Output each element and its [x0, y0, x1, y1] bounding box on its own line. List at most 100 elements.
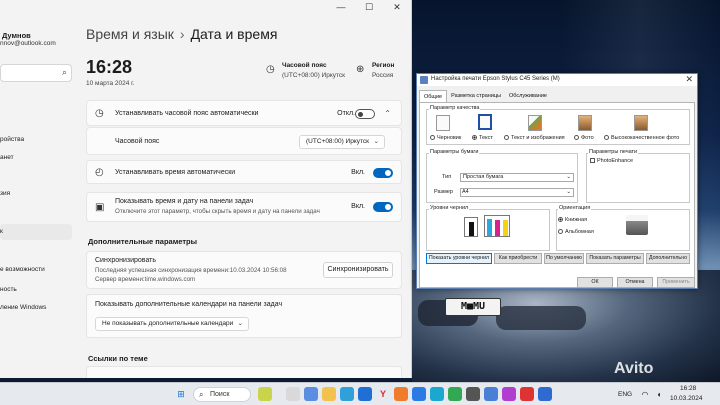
radio-circle	[558, 229, 563, 234]
paper-size-select[interactable]: ⌄	[460, 188, 574, 197]
sidebar-item-privacy[interactable]: ность	[0, 282, 72, 298]
close-icon[interactable]: ✕	[383, 0, 411, 14]
sidebar-item-apps[interactable]: зия	[0, 186, 72, 202]
taskbar-time[interactable]: 16:28	[680, 385, 696, 392]
ok-button[interactable]: ОК	[577, 277, 613, 288]
ink-level-yellow	[503, 220, 508, 236]
ink-level-magenta	[495, 220, 500, 236]
avito-watermark: Avito	[614, 360, 654, 377]
cancel-button[interactable]: Отмена	[617, 277, 653, 288]
quality-best-photo-radio[interactable]: Высококачественное фото	[604, 135, 679, 141]
wifi-icon[interactable]: ◠	[640, 388, 650, 399]
app-icon[interactable]	[448, 387, 462, 401]
text-quality-icon[interactable]	[478, 114, 492, 130]
quality-photo-radio[interactable]: Фото	[574, 135, 594, 141]
breadcrumb-separator: ›	[179, 26, 185, 42]
minimize-icon[interactable]: —	[327, 0, 355, 14]
explorer-icon[interactable]	[322, 387, 336, 401]
auto-time-toggle[interactable]	[373, 168, 393, 178]
tab-maintenance[interactable]: Обслуживание	[505, 90, 551, 102]
quality-text-image-radio[interactable]: Текст и изображения	[504, 135, 565, 141]
breadcrumb-parent[interactable]: Время и язык	[86, 26, 174, 42]
paper-type-select[interactable]: Простая бумага ⌄	[460, 173, 574, 182]
paper-group-label: Параметры бумаги	[429, 149, 480, 155]
yandex-icon[interactable]: Y	[376, 387, 390, 401]
show-ink-levels-button[interactable]: Показать уровни чернил	[426, 253, 492, 264]
quality-draft-radio[interactable]: Черновик	[430, 135, 461, 141]
settings-icon[interactable]	[484, 387, 498, 401]
black-cartridge	[464, 217, 478, 237]
how-to-buy-button[interactable]: Как приобрести	[494, 253, 542, 264]
sidebar-item-windows-update[interactable]: ление Windows	[0, 300, 72, 316]
auto-time-row: ◴ Устанавливать время автоматически Вкл.	[86, 160, 402, 184]
printer-settings-dialog: Настройка печати Epson Stylus C45 Series…	[416, 73, 698, 289]
landscape-radio[interactable]: Альбомная	[558, 229, 594, 235]
sidebar-item-accessibility[interactable]: е возможности	[0, 262, 72, 278]
advanced-button[interactable]: Дополнительно	[646, 253, 690, 264]
sidebar-item-devices[interactable]: ройства	[0, 132, 72, 148]
close-icon[interactable]: ✕	[685, 74, 693, 85]
taskbar-date[interactable]: 10.03.2024	[670, 395, 703, 402]
sync-last: Последняя успешная синхронизация времени…	[95, 267, 287, 274]
maximize-icon[interactable]: ☐	[355, 0, 383, 14]
apply-button[interactable]: Применить	[657, 277, 695, 288]
chat-icon[interactable]	[304, 387, 318, 401]
defaults-button[interactable]: По умолчанию	[544, 253, 584, 264]
color-cartridge	[484, 215, 510, 237]
paper-size-value: A4	[462, 189, 469, 195]
related-links-title: Ссылки по теме	[88, 354, 148, 363]
printer-dialog-title: Настройка печати Epson Stylus C45 Series…	[431, 76, 560, 82]
sidebar-item-personalization[interactable]	[0, 168, 72, 184]
language-indicator[interactable]: ENG	[618, 391, 632, 398]
tab-general[interactable]: Общие	[419, 90, 448, 102]
windows-icon[interactable]: ⊞	[174, 387, 188, 401]
photoenhance-checkbox[interactable]: PhotoEnhance	[590, 158, 633, 164]
best-photo-quality-icon[interactable]	[634, 115, 648, 131]
show-taskbar-clock-row: ▣ Показывать время и дату на панели зада…	[86, 192, 402, 222]
edge-icon[interactable]	[430, 387, 444, 401]
portrait-radio[interactable]: Книжная	[558, 217, 587, 223]
radio-circle	[504, 135, 509, 140]
vk-icon[interactable]	[412, 387, 426, 401]
calendars-select[interactable]: Не показывать дополнительные календари ⌄	[95, 317, 249, 331]
quality-text-radio[interactable]: Текст	[472, 135, 493, 141]
sync-row: Синхронизировать Последняя успешная синх…	[86, 251, 402, 289]
current-time: 16:28	[86, 57, 133, 77]
car-headlight	[496, 306, 586, 330]
timezone-select-value: (UTC+08:00) Иркутск	[306, 138, 370, 145]
app-icon[interactable]	[520, 387, 534, 401]
sidebar-item-network[interactable]: анет	[0, 150, 72, 166]
store-icon[interactable]	[358, 387, 372, 401]
quality-best-photo-label: Высококачественное фото	[611, 135, 680, 141]
speaker-icon[interactable]: ◖	[654, 388, 664, 399]
photos-icon[interactable]	[502, 387, 516, 401]
paper-size-label: Размер	[434, 189, 453, 195]
taskbar-search[interactable]: ⌕ Поиск	[193, 387, 251, 402]
tab-page-layout[interactable]: Разметка страницы	[447, 90, 505, 102]
extra-settings-title: Дополнительные параметры	[88, 237, 197, 246]
orientation-group-label: Ориентация	[558, 205, 592, 211]
printer-icon[interactable]	[466, 387, 480, 401]
draft-quality-icon[interactable]	[436, 115, 450, 131]
text-image-quality-icon[interactable]	[528, 115, 542, 131]
edge-icon[interactable]	[340, 387, 354, 401]
show-taskbar-clock-toggle[interactable]	[373, 202, 393, 212]
app-icon[interactable]	[538, 387, 552, 401]
timezone-select[interactable]: (UTC+08:00) Иркутск ⌄	[299, 135, 385, 149]
printer-titlebar: Настройка печати Epson Stylus C45 Series…	[417, 74, 697, 86]
show-params-button[interactable]: Показать параметры	[586, 253, 644, 264]
calendar-icon: ▣	[95, 202, 105, 213]
page-title: Дата и время	[190, 26, 278, 42]
auto-timezone-toggle[interactable]	[355, 109, 375, 119]
globe-icon: ⊕	[356, 64, 365, 75]
widgets-icon[interactable]	[258, 387, 272, 401]
timezone-title: Часовой пояс	[282, 62, 327, 69]
sync-button[interactable]: Синхронизировать	[323, 262, 393, 278]
sidebar-search-input[interactable]: ⌕	[0, 64, 72, 82]
chevron-up-icon[interactable]: ⌃	[384, 109, 391, 118]
sidebar-item-time-language[interactable]: к	[0, 224, 72, 240]
mail-icon[interactable]	[394, 387, 408, 401]
photo-quality-icon[interactable]	[578, 115, 592, 131]
globe-clock-icon: ◷	[266, 64, 275, 75]
task-view-icon[interactable]	[286, 387, 300, 401]
